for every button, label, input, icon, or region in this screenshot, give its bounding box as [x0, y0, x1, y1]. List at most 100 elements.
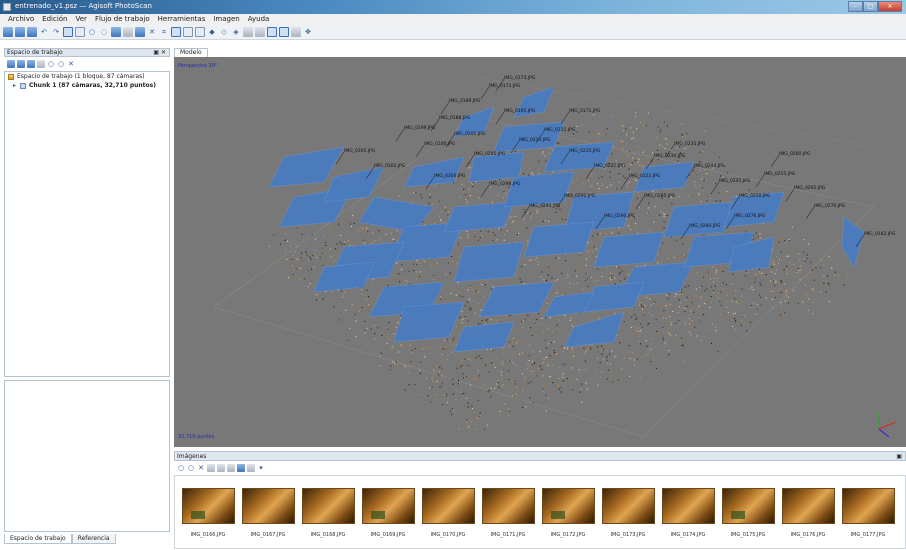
tab-model[interactable]: Modelo [174, 48, 208, 57]
cloud-point [546, 302, 548, 304]
scale-object-icon[interactable] [135, 27, 145, 37]
cloud-point [571, 375, 573, 377]
cloud-point [517, 340, 519, 342]
points-icon[interactable] [171, 27, 181, 37]
panel-close-icon[interactable]: ▣ ✕ [153, 49, 166, 57]
tab-workspace[interactable]: Espacio de trabajo [4, 534, 72, 544]
close-button[interactable]: ✕ [878, 1, 902, 12]
show-region-icon[interactable] [255, 27, 265, 37]
new-icon[interactable] [3, 27, 13, 37]
reset-view-icon[interactable] [243, 27, 253, 37]
rotate-left-icon[interactable] [207, 464, 215, 472]
undo-icon[interactable]: ↶ [39, 27, 49, 37]
rotate-object-icon[interactable] [123, 27, 133, 37]
cloud-point [495, 369, 497, 371]
model-viewport[interactable]: IMG_0173.JPG IMG_0172.JPG IMG_0189.JPG IMG_… [174, 57, 906, 447]
circle-select-icon[interactable]: ○ [87, 27, 97, 37]
show-markers-icon[interactable] [279, 27, 289, 37]
cloud-point [571, 347, 573, 349]
cloud-point [511, 354, 513, 356]
image-thumbnail[interactable]: IMG_0177.JPG [839, 488, 897, 538]
tree-item-chunk[interactable]: ▸ Chunk 1 (87 cámaras, 32,710 puntos) [5, 81, 169, 90]
textured-icon[interactable]: ◈ [231, 27, 241, 37]
tab-reference[interactable]: Referencia [71, 534, 116, 544]
disable-icon[interactable]: ○ [47, 60, 55, 68]
show-grid-icon[interactable] [291, 27, 301, 37]
image-thumbnail[interactable]: IMG_0168.JPG [299, 488, 357, 538]
cloud-point [680, 340, 682, 342]
disable-camera-icon[interactable]: ○ [187, 464, 195, 472]
maximize-button[interactable]: □ [863, 1, 878, 12]
cloud-point [514, 150, 516, 152]
cloud-point [541, 271, 543, 273]
add-folder-icon[interactable] [27, 60, 35, 68]
image-thumbnail[interactable]: IMG_0166.JPG [179, 488, 237, 538]
image-thumbnail[interactable]: IMG_0173.JPG [599, 488, 657, 538]
delete-icon[interactable]: ✕ [147, 27, 157, 37]
shaded-icon[interactable] [195, 27, 205, 37]
menu-flujo-de-trabajo[interactable]: Flujo de trabajo [91, 14, 154, 25]
add-photos-icon[interactable] [17, 60, 25, 68]
cloud-point [508, 370, 510, 372]
cloud-point [460, 296, 462, 298]
menu-herramientas[interactable]: Herramientas [154, 14, 210, 25]
large-icons-icon[interactable] [227, 464, 235, 472]
save-icon[interactable] [27, 27, 37, 37]
cloud-point [645, 297, 647, 299]
remove-camera-icon[interactable]: ✕ [197, 464, 205, 472]
details-view-icon[interactable] [237, 464, 245, 472]
move-object-icon[interactable] [111, 27, 121, 37]
menu-archivo[interactable]: Archivo [4, 14, 38, 25]
wireframe-icon[interactable]: ◇ [219, 27, 229, 37]
cloud-point [419, 369, 421, 371]
cloud-point [727, 311, 729, 313]
expand-arrow-icon[interactable]: ▸ [13, 82, 18, 89]
view-dropdown-icon[interactable]: ▾ [257, 464, 265, 472]
show-cameras-icon[interactable] [267, 27, 277, 37]
cloud-point [667, 298, 669, 300]
image-thumbnail[interactable]: IMG_0169.JPG [359, 488, 417, 538]
add-chunk-icon[interactable] [7, 60, 15, 68]
cloud-point [598, 141, 600, 143]
image-thumbnail[interactable]: IMG_0175.JPG [719, 488, 777, 538]
solid-icon[interactable]: ◆ [207, 27, 217, 37]
enable-icon[interactable] [37, 60, 45, 68]
cloud-point [543, 265, 545, 267]
image-thumbnail[interactable]: IMG_0170.JPG [419, 488, 477, 538]
camera-leader [395, 128, 405, 142]
rotate-right-icon[interactable] [217, 464, 225, 472]
dense-cloud-icon[interactable] [183, 27, 193, 37]
list-view-icon[interactable] [247, 464, 255, 472]
menu-imagen[interactable]: Imagen [209, 14, 243, 25]
minimize-button[interactable]: – [848, 1, 863, 12]
image-thumbnail[interactable]: IMG_0171.JPG [479, 488, 537, 538]
cloud-point [545, 350, 547, 352]
redo-icon[interactable]: ↷ [51, 27, 61, 37]
image-thumbnail[interactable]: IMG_0167.JPG [239, 488, 297, 538]
menu-ver[interactable]: Ver [72, 14, 91, 25]
rect-select-icon[interactable] [75, 27, 85, 37]
menu-ayuda[interactable]: Ayuda [244, 14, 274, 25]
cloud-point [475, 357, 477, 359]
cloud-point [466, 397, 468, 399]
enable-camera-icon[interactable]: ○ [177, 464, 185, 472]
open-icon[interactable] [15, 27, 25, 37]
crop-icon[interactable]: ⌗ [159, 27, 169, 37]
cloud-point [438, 370, 440, 372]
tree-item-workspace[interactable]: Espacio de trabajo (1 bloque, 87 cámaras… [5, 72, 169, 81]
image-thumbnail[interactable]: IMG_0174.JPG [659, 488, 717, 538]
navigation-icon[interactable]: ✥ [303, 27, 313, 37]
cloud-point [544, 155, 546, 157]
cloud-point [631, 138, 633, 140]
image-thumbnail[interactable]: IMG_0172.JPG [539, 488, 597, 538]
panel-float-icon[interactable]: ▣ [896, 452, 902, 461]
menu-edicion[interactable]: Edición [38, 14, 71, 25]
cloud-point [587, 273, 589, 275]
main-toolbar: ↶ ↷ ○ ◌ ✕ ⌗ ◆ ◇ ◈ ✥ [0, 25, 906, 40]
cloud-point [366, 230, 368, 232]
free-select-icon[interactable]: ◌ [99, 27, 109, 37]
image-thumbnail[interactable]: IMG_0176.JPG [779, 488, 837, 538]
select-icon[interactable] [63, 27, 73, 37]
remove-icon[interactable]: ✕ [67, 60, 75, 68]
hide-icon[interactable]: ○ [57, 60, 65, 68]
